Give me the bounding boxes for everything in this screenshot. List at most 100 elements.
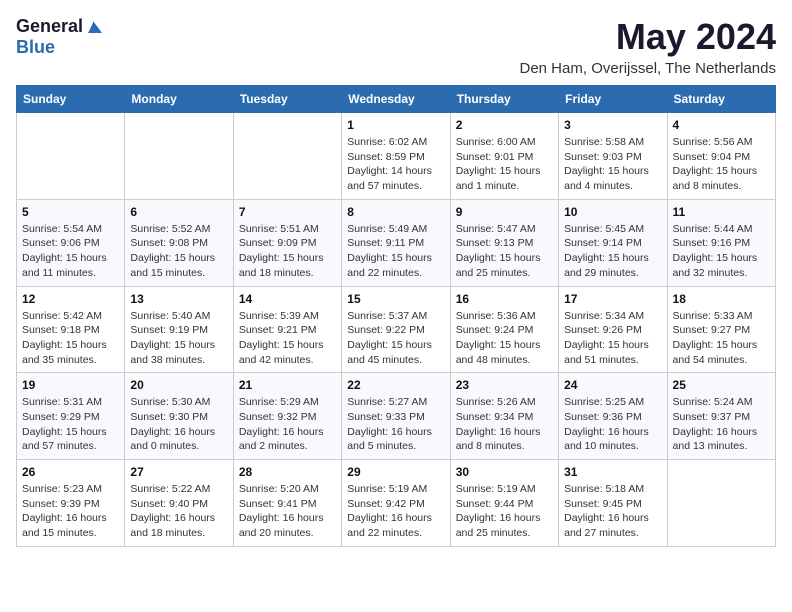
- day-header-saturday: Saturday: [667, 86, 775, 113]
- calendar-cell: 11 Sunrise: 5:44 AM Sunset: 9:16 PM Dayli…: [667, 199, 775, 286]
- day-info: Sunrise: 5:34 AM Sunset: 9:26 PM Dayligh…: [564, 309, 661, 368]
- day-header-sunday: Sunday: [17, 86, 125, 113]
- day-info: Sunrise: 5:31 AM Sunset: 9:29 PM Dayligh…: [22, 395, 119, 454]
- day-number: 28: [239, 465, 336, 479]
- day-number: 12: [22, 292, 119, 306]
- day-number: 25: [673, 378, 770, 392]
- day-info: Sunrise: 6:00 AM Sunset: 9:01 PM Dayligh…: [456, 135, 553, 194]
- day-header-thursday: Thursday: [450, 86, 558, 113]
- calendar-cell: 1 Sunrise: 6:02 AM Sunset: 8:59 PM Daylig…: [342, 113, 450, 200]
- day-number: 5: [22, 205, 119, 219]
- calendar-title: May 2024: [520, 16, 777, 58]
- day-header-tuesday: Tuesday: [233, 86, 341, 113]
- calendar-cell: [17, 113, 125, 200]
- calendar-cell: 6 Sunrise: 5:52 AM Sunset: 9:08 PM Daylig…: [125, 199, 233, 286]
- day-info: Sunrise: 5:52 AM Sunset: 9:08 PM Dayligh…: [130, 222, 227, 281]
- day-info: Sunrise: 5:51 AM Sunset: 9:09 PM Dayligh…: [239, 222, 336, 281]
- calendar-cell: 16Sunrise: 5:36 AM Sunset: 9:24 PM Dayli…: [450, 286, 558, 373]
- day-info: Sunrise: 5:20 AM Sunset: 9:41 PM Dayligh…: [239, 482, 336, 541]
- calendar-cell: 25 Sunrise: 5:24 AM Sunset: 9:37 PM Dayli…: [667, 373, 775, 460]
- calendar-cell: 9 Sunrise: 5:47 AM Sunset: 9:13 PM Daylig…: [450, 199, 558, 286]
- day-info: Sunrise: 5:27 AM Sunset: 9:33 PM Dayligh…: [347, 395, 444, 454]
- day-info: Sunrise: 5:47 AM Sunset: 9:13 PM Dayligh…: [456, 222, 553, 281]
- logo-blue: Blue: [16, 37, 55, 57]
- day-info: Sunrise: 5:56 AM Sunset: 9:04 PM Dayligh…: [673, 135, 770, 194]
- day-header-monday: Monday: [125, 86, 233, 113]
- day-info: Sunrise: 5:25 AM Sunset: 9:36 PM Dayligh…: [564, 395, 661, 454]
- day-info: Sunrise: 5:44 AM Sunset: 9:16 PM Dayligh…: [673, 222, 770, 281]
- day-info: Sunrise: 5:42 AM Sunset: 9:18 PM Dayligh…: [22, 309, 119, 368]
- day-number: 26: [22, 465, 119, 479]
- calendar-cell: 29Sunrise: 5:19 AM Sunset: 9:42 PM Dayli…: [342, 460, 450, 547]
- day-number: 17: [564, 292, 661, 306]
- day-info: Sunrise: 5:40 AM Sunset: 9:19 PM Dayligh…: [130, 309, 227, 368]
- calendar-cell: 18 Sunrise: 5:33 AM Sunset: 9:27 PM Dayli…: [667, 286, 775, 373]
- calendar-cell: [667, 460, 775, 547]
- day-info: Sunrise: 5:23 AM Sunset: 9:39 PM Dayligh…: [22, 482, 119, 541]
- day-info: Sunrise: 5:37 AM Sunset: 9:22 PM Dayligh…: [347, 309, 444, 368]
- day-info: Sunrise: 5:33 AM Sunset: 9:27 PM Dayligh…: [673, 309, 770, 368]
- day-number: 11: [673, 205, 770, 219]
- calendar-cell: 2 Sunrise: 6:00 AM Sunset: 9:01 PM Daylig…: [450, 113, 558, 200]
- day-number: 6: [130, 205, 227, 219]
- calendar-table: SundayMondayTuesdayWednesdayThursdayFrid…: [16, 85, 776, 547]
- day-info: Sunrise: 5:19 AM Sunset: 9:44 PM Dayligh…: [456, 482, 553, 541]
- calendar-cell: 26 Sunrise: 5:23 AM Sunset: 9:39 PM Dayli…: [17, 460, 125, 547]
- day-info: Sunrise: 5:39 AM Sunset: 9:21 PM Dayligh…: [239, 309, 336, 368]
- calendar-cell: 31Sunrise: 5:18 AM Sunset: 9:45 PM Dayli…: [559, 460, 667, 547]
- day-number: 20: [130, 378, 227, 392]
- calendar-header: SundayMondayTuesdayWednesdayThursdayFrid…: [17, 86, 776, 113]
- calendar-cell: 21Sunrise: 5:29 AM Sunset: 9:32 PM Dayli…: [233, 373, 341, 460]
- day-info: Sunrise: 5:58 AM Sunset: 9:03 PM Dayligh…: [564, 135, 661, 194]
- calendar-week-3: 12 Sunrise: 5:42 AM Sunset: 9:18 PM Dayli…: [17, 286, 776, 373]
- calendar-cell: 7Sunrise: 5:51 AM Sunset: 9:09 PM Daylig…: [233, 199, 341, 286]
- day-info: Sunrise: 5:30 AM Sunset: 9:30 PM Dayligh…: [130, 395, 227, 454]
- calendar-cell: 3 Sunrise: 5:58 AM Sunset: 9:03 PM Daylig…: [559, 113, 667, 200]
- calendar-cell: 22 Sunrise: 5:27 AM Sunset: 9:33 PM Dayli…: [342, 373, 450, 460]
- logo-general: General: [16, 16, 83, 37]
- calendar-subtitle: Den Ham, Overijssel, The Netherlands: [520, 60, 777, 77]
- day-header-wednesday: Wednesday: [342, 86, 450, 113]
- calendar-cell: 19Sunrise: 5:31 AM Sunset: 9:29 PM Dayli…: [17, 373, 125, 460]
- day-number: 9: [456, 205, 553, 219]
- day-header-friday: Friday: [559, 86, 667, 113]
- day-info: Sunrise: 5:45 AM Sunset: 9:14 PM Dayligh…: [564, 222, 661, 281]
- day-number: 3: [564, 118, 661, 132]
- day-info: Sunrise: 5:24 AM Sunset: 9:37 PM Dayligh…: [673, 395, 770, 454]
- calendar-cell: 23Sunrise: 5:26 AM Sunset: 9:34 PM Dayli…: [450, 373, 558, 460]
- calendar-cell: 4Sunrise: 5:56 AM Sunset: 9:04 PM Daylig…: [667, 113, 775, 200]
- calendar-cell: 30Sunrise: 5:19 AM Sunset: 9:44 PM Dayli…: [450, 460, 558, 547]
- calendar-cell: 20 Sunrise: 5:30 AM Sunset: 9:30 PM Dayli…: [125, 373, 233, 460]
- day-info: Sunrise: 5:54 AM Sunset: 9:06 PM Dayligh…: [22, 222, 119, 281]
- day-number: 18: [673, 292, 770, 306]
- calendar-cell: [233, 113, 341, 200]
- day-number: 14: [239, 292, 336, 306]
- calendar-cell: 12 Sunrise: 5:42 AM Sunset: 9:18 PM Dayli…: [17, 286, 125, 373]
- day-number: 15: [347, 292, 444, 306]
- calendar-cell: 15 Sunrise: 5:37 AM Sunset: 9:22 PM Dayli…: [342, 286, 450, 373]
- day-info: Sunrise: 5:22 AM Sunset: 9:40 PM Dayligh…: [130, 482, 227, 541]
- logo: General Blue: [16, 16, 102, 58]
- day-info: Sunrise: 5:49 AM Sunset: 9:11 PM Dayligh…: [347, 222, 444, 281]
- day-number: 1: [347, 118, 444, 132]
- page-header: General Blue May 2024 Den Ham, Overijsse…: [16, 16, 776, 77]
- day-info: Sunrise: 5:26 AM Sunset: 9:34 PM Dayligh…: [456, 395, 553, 454]
- day-number: 8: [347, 205, 444, 219]
- calendar-cell: 17 Sunrise: 5:34 AM Sunset: 9:26 PM Dayli…: [559, 286, 667, 373]
- calendar-week-1: 1 Sunrise: 6:02 AM Sunset: 8:59 PM Daylig…: [17, 113, 776, 200]
- day-info: Sunrise: 5:19 AM Sunset: 9:42 PM Dayligh…: [347, 482, 444, 541]
- calendar-cell: 27Sunrise: 5:22 AM Sunset: 9:40 PM Dayli…: [125, 460, 233, 547]
- calendar-week-2: 5 Sunrise: 5:54 AM Sunset: 9:06 PM Daylig…: [17, 199, 776, 286]
- calendar-week-4: 19Sunrise: 5:31 AM Sunset: 9:29 PM Dayli…: [17, 373, 776, 460]
- day-number: 22: [347, 378, 444, 392]
- calendar-cell: 8 Sunrise: 5:49 AM Sunset: 9:11 PM Daylig…: [342, 199, 450, 286]
- calendar-cell: [125, 113, 233, 200]
- day-info: Sunrise: 6:02 AM Sunset: 8:59 PM Dayligh…: [347, 135, 444, 194]
- calendar-cell: 24Sunrise: 5:25 AM Sunset: 9:36 PM Dayli…: [559, 373, 667, 460]
- day-number: 16: [456, 292, 553, 306]
- calendar-cell: 13Sunrise: 5:40 AM Sunset: 9:19 PM Dayli…: [125, 286, 233, 373]
- day-number: 31: [564, 465, 661, 479]
- calendar-cell: 5 Sunrise: 5:54 AM Sunset: 9:06 PM Daylig…: [17, 199, 125, 286]
- day-number: 2: [456, 118, 553, 132]
- calendar-week-5: 26 Sunrise: 5:23 AM Sunset: 9:39 PM Dayli…: [17, 460, 776, 547]
